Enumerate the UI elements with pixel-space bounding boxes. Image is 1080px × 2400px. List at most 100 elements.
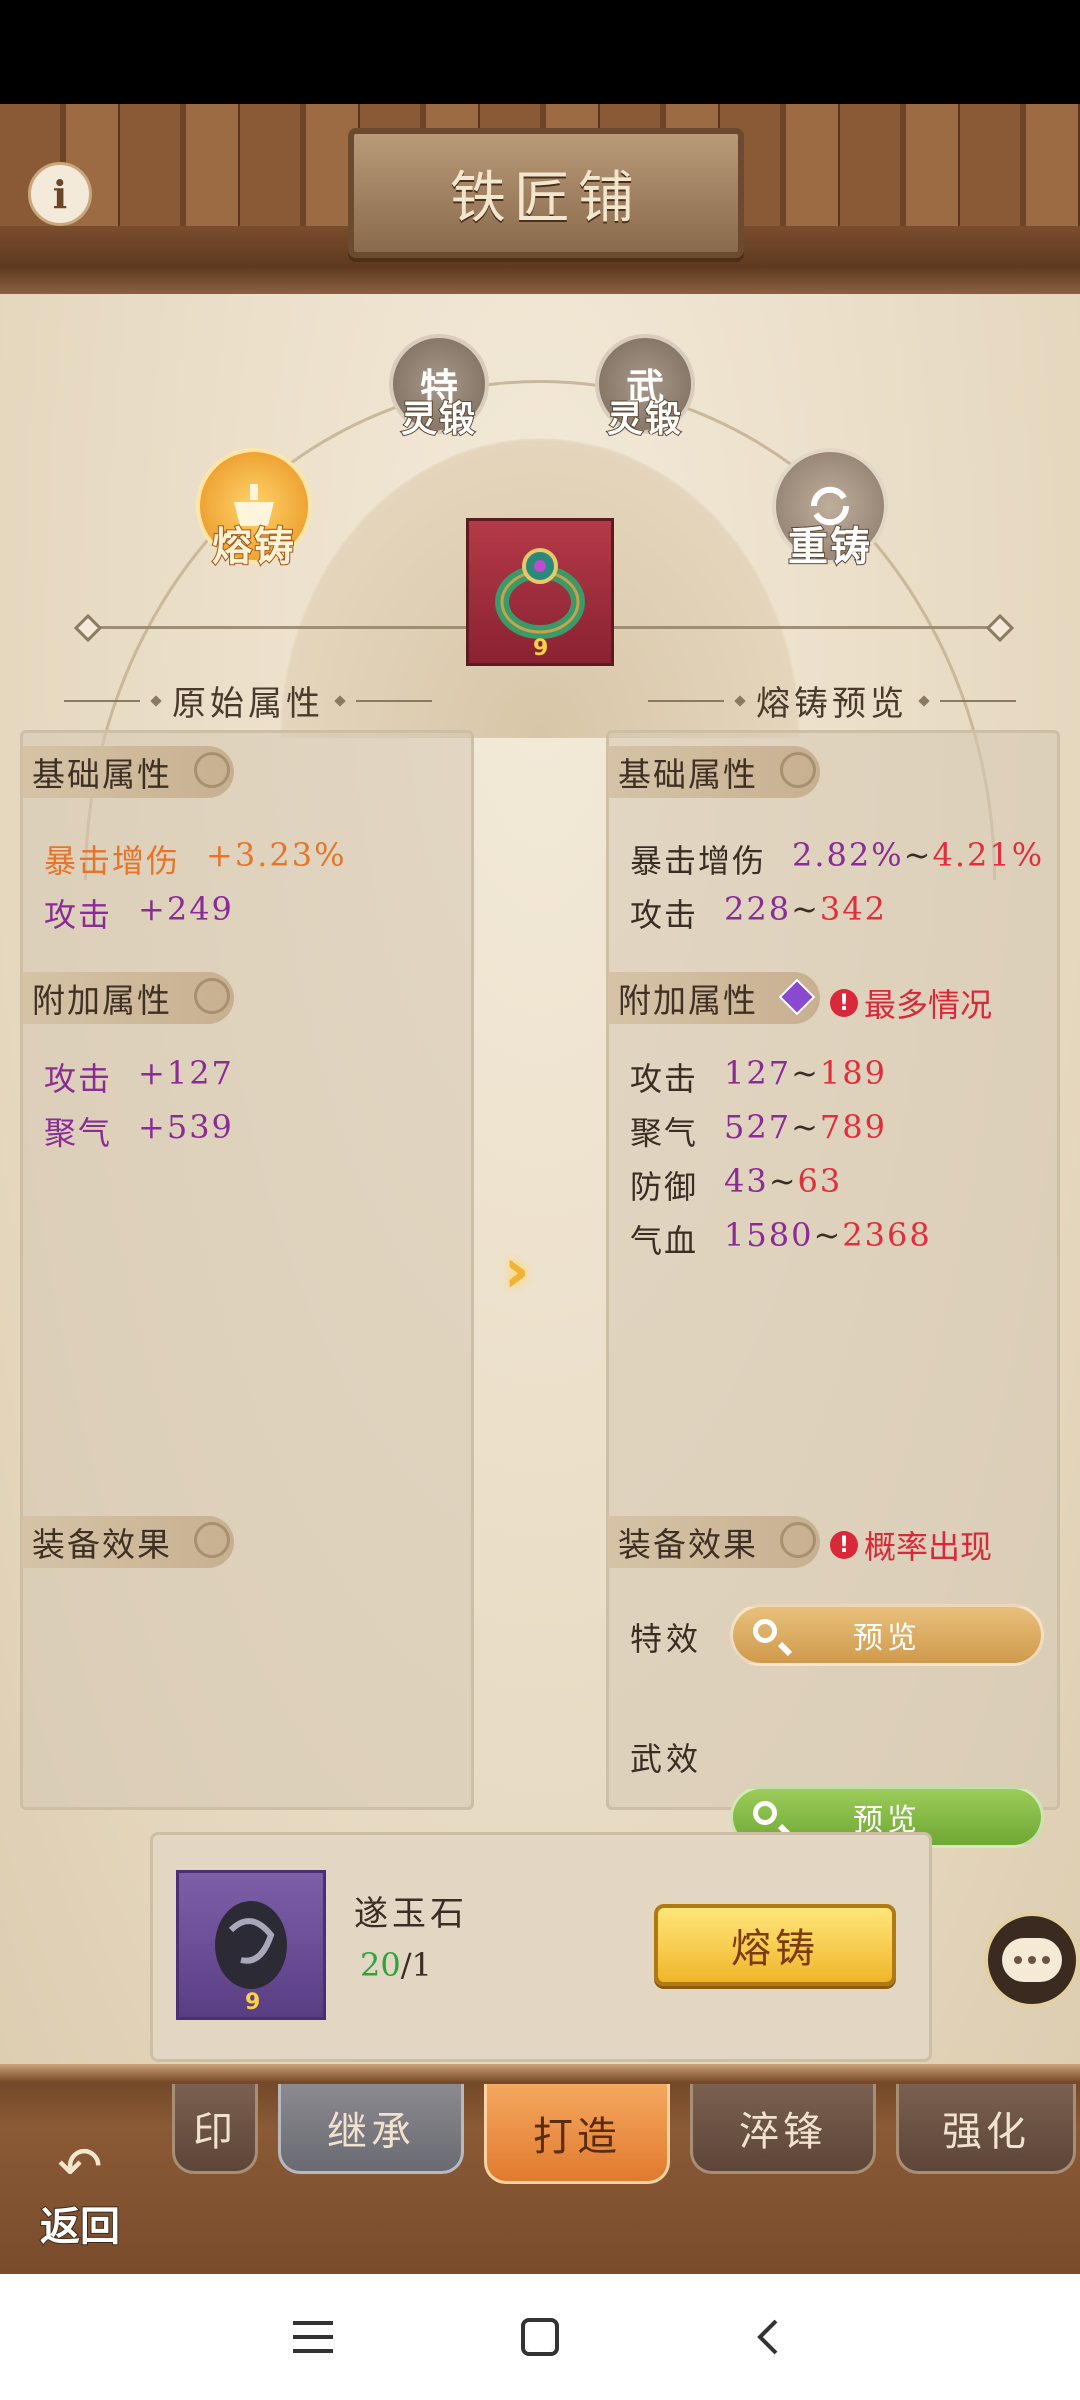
attr-min: 127 [724,1054,792,1092]
reforge-mode-button[interactable]: 重铸 [760,448,900,572]
right-effect-tag: 装备效果 [608,1516,820,1568]
material-slot[interactable]: 9 [176,1870,326,2020]
special-forge-label: 灵锻 [400,397,477,441]
material-sep: / [400,1946,412,1984]
attr-value: +539 [138,1108,234,1146]
purple-gem-icon [778,978,816,1016]
magnifier-icon [753,1801,777,1825]
left-effect-tag: 装备效果 [22,1516,234,1568]
left-base-attr: 暴击增伤 +3.23% [44,836,346,882]
chat-icon[interactable] [984,1912,1080,2008]
back-button[interactable]: ↶ 返回 [20,2136,140,2256]
right-effect-tag-label: 装备效果 [618,1525,758,1564]
attr-name: 攻击 [630,1060,699,1098]
attr-value: +249 [138,890,234,928]
attr-value: +127 [138,1054,234,1092]
tab-inherit[interactable]: 继承 [278,2084,464,2174]
home-icon[interactable] [505,2302,575,2372]
attr-name: 气血 [630,1222,699,1260]
tab-temper[interactable]: 淬锋 [690,2084,876,2174]
page-title: 铁匠铺 [450,165,642,231]
left-base-attr: 攻击 +249 [44,890,234,936]
attr-sep: ~ [813,1216,843,1254]
max-case-label: 最多情况 [864,986,993,1024]
left-effect-tag-label: 装备效果 [32,1525,172,1564]
attr-name: 攻击 [44,896,113,934]
right-extra-tag: 附加属性 [608,972,820,1024]
probability-warning[interactable]: ! 概率出现 [830,1522,992,1568]
attr-min: 1580 [724,1216,814,1254]
back-nav-icon[interactable] [732,2302,802,2372]
right-extra-attr: 聚气 527~789 [630,1108,887,1154]
attr-sep: ~ [768,1162,798,1200]
attr-max: 189 [819,1054,887,1092]
material-level: 9 [245,1990,261,2015]
attr-name: 攻击 [44,1060,113,1098]
attr-min: 527 [724,1108,792,1146]
original-attrs-heading: 原始属性 [64,676,432,725]
jade-stone-icon [215,1901,287,1989]
right-extra-attr: 攻击 127~189 [630,1054,887,1100]
attr-name: 攻击 [630,896,699,934]
attr-max: 63 [797,1162,843,1200]
attr-sep: ~ [791,1108,820,1146]
left-extra-tag-label: 附加属性 [32,981,172,1020]
probability-label: 概率出现 [864,1528,993,1566]
right-base-attr: 暴击增伤 2.82%~4.21% [630,836,1044,882]
double-chevron-right-icon: ›› [504,1236,529,1306]
left-extra-attr: 攻击 +127 [44,1054,234,1100]
reforge-mode-label: 重铸 [787,522,872,571]
martial-forge-label: 灵锻 [606,397,683,441]
menu-icon[interactable] [278,2302,348,2372]
attr-min: 228 [724,890,792,928]
attr-sep: ~ [791,890,820,928]
right-base-tag-label: 基础属性 [618,755,758,794]
right-base-tag: 基础属性 [608,746,820,798]
smelt-mode-label: 熔铸 [211,522,296,571]
left-extra-attr: 聚气 +539 [44,1108,234,1154]
right-extra-attr: 气血 1580~2368 [630,1216,932,1262]
attr-sep: ~ [791,1054,820,1092]
smelt-mode-button[interactable]: 熔铸 [184,448,324,572]
attr-name: 防御 [630,1168,699,1206]
warning-icon: ! [830,1531,858,1559]
back-label: 返回 [39,2202,121,2251]
right-base-attr: 攻击 228~342 [630,890,887,936]
attr-value: +3.23% [206,836,347,874]
attr-name: 暴击增伤 [44,842,181,880]
preview-heading: 熔铸预览 [648,676,1016,725]
back-arrow-icon: ↶ [57,2135,103,2198]
attr-min: 2.82% [792,836,904,874]
tab-enhance[interactable]: 强化 [896,2084,1076,2174]
attr-max: 2368 [842,1216,932,1254]
tab-seal[interactable]: 印 [172,2084,258,2174]
attr-name: 聚气 [44,1114,113,1152]
right-extra-tag-label: 附加属性 [618,981,758,1020]
material-count: 20/1 [360,1946,432,1984]
martial-forge-button[interactable]: 武 灵锻 [590,334,700,442]
material-name: 遂玉石 [354,1894,468,1934]
attr-name: 暴击增伤 [630,842,767,880]
attr-max: 4.21% [932,836,1045,874]
info-icon[interactable]: i [28,162,92,226]
max-case-warning[interactable]: ! 最多情况 [830,980,992,1026]
special-effect-preview-button[interactable]: 预览 [730,1604,1044,1666]
smelt-button[interactable]: 熔铸 [654,1904,896,1986]
special-forge-button[interactable]: 特 灵锻 [384,334,494,442]
preview-button-label: 预览 [853,1621,921,1656]
warning-icon: ! [830,989,858,1017]
equipment-slot[interactable]: 9 [466,518,614,666]
magnifier-icon [753,1619,777,1643]
attr-min: 43 [724,1162,769,1200]
preview-title: 熔铸预览 [756,684,908,724]
attr-sep: ~ [903,836,933,874]
left-extra-tag: 附加属性 [22,972,234,1024]
martial-effect-label: 武效 [630,1740,703,1778]
material-need: 1 [411,1946,432,1984]
left-base-tag-label: 基础属性 [32,755,172,794]
item-level: 9 [533,636,549,661]
tab-forge[interactable]: 打造 [484,2084,670,2184]
status-bar [0,0,1080,104]
tab-rail [0,2064,1080,2082]
attr-max: 342 [819,890,887,928]
